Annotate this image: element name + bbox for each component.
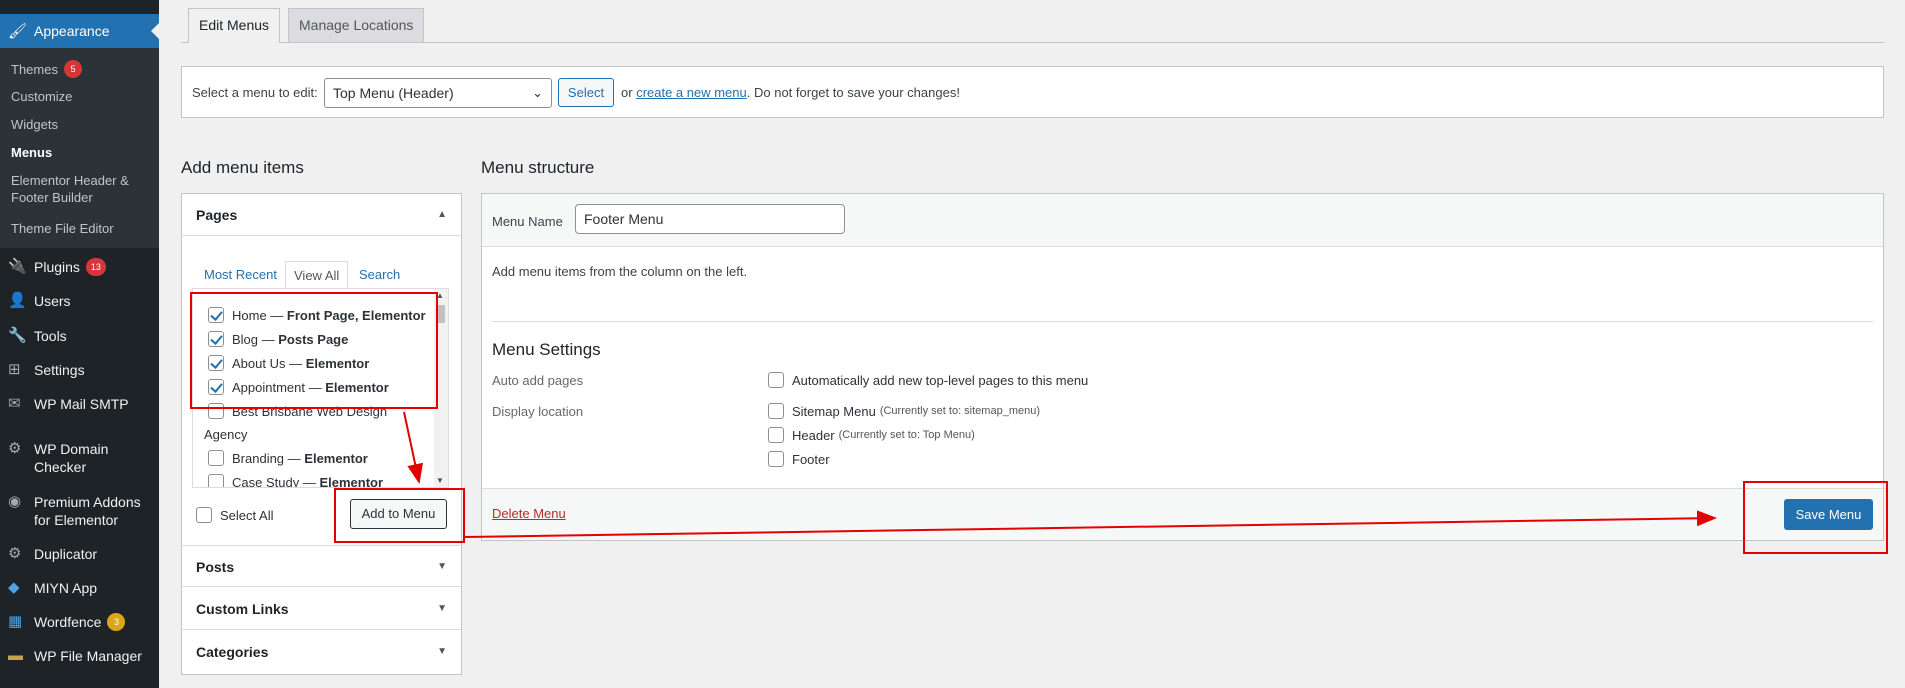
tab-edit-menus[interactable]: Edit Menus (188, 8, 281, 43)
annotation-arrow-down (403, 411, 424, 484)
annotation-arrow-right (464, 510, 1717, 538)
annotation-arrows (403, 411, 1717, 538)
